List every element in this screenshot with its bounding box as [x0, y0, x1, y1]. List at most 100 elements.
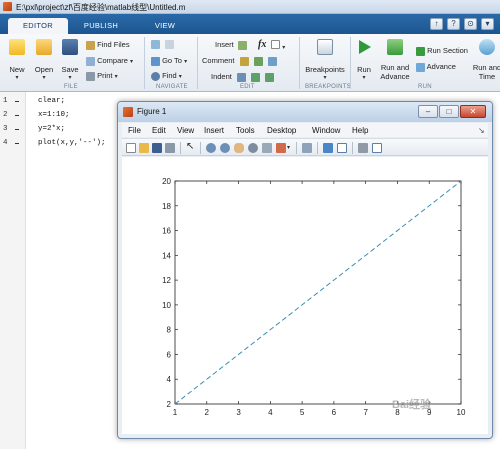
matlab-file-icon — [3, 2, 12, 11]
insert-colorbar-icon[interactable] — [323, 143, 333, 153]
figure-toolbar: ↖ ▾ — [122, 138, 488, 156]
show-plot-tools-icon[interactable] — [372, 143, 382, 153]
dock-arrow-icon[interactable]: ↘ — [478, 126, 485, 135]
insert-function-button[interactable]: fx — [258, 39, 266, 50]
run-and-advance-button[interactable]: Run and Advance — [378, 39, 412, 81]
save-button[interactable]: Save ▾ — [59, 39, 81, 81]
pan-hand-icon[interactable] — [234, 143, 244, 153]
code-line[interactable]: y=2*x; — [38, 125, 65, 133]
find-files-button[interactable]: Find Files — [86, 40, 130, 50]
edit-plot-arrow-icon[interactable]: ↖ — [186, 141, 194, 152]
rotate-3d-icon[interactable] — [248, 143, 258, 153]
group-label-run: RUN — [418, 84, 432, 90]
run-play-icon — [359, 40, 371, 54]
y-tick-label: 12 — [162, 276, 171, 285]
window-title-bar: E:\pxl\project\zf\百度经验\matlab线型\Untitled… — [0, 0, 500, 14]
print-figure-icon[interactable] — [165, 143, 175, 153]
group-label-navigate: NAVIGATE — [156, 84, 188, 90]
menu-view[interactable]: View — [177, 126, 194, 135]
advance-icon — [416, 62, 425, 72]
y-tick-label: 10 — [162, 301, 171, 310]
tab-view[interactable]: VIEW — [136, 18, 194, 34]
toolbar-separator — [352, 142, 353, 154]
code-line[interactable]: plot(x,y,'--'); — [38, 139, 106, 147]
new-button[interactable]: New ▾ — [6, 39, 28, 81]
comment-button[interactable]: Comment — [202, 56, 277, 66]
find-button[interactable]: Find ▾ — [151, 71, 182, 81]
chevron-down-icon: ▾ — [323, 75, 327, 81]
figure-icon — [123, 107, 133, 117]
menu-file[interactable]: File — [128, 126, 141, 135]
chevron-down-icon: ▾ — [68, 75, 72, 81]
y-tick-label: 6 — [167, 350, 172, 359]
close-button[interactable]: ✕ — [460, 105, 486, 118]
open-file-icon[interactable] — [139, 143, 149, 153]
maximize-button[interactable]: □ — [439, 105, 459, 118]
menu-edit[interactable]: Edit — [152, 126, 166, 135]
tab-editor[interactable]: EDITOR — [8, 18, 68, 34]
run-section-button[interactable]: Run Section — [416, 46, 468, 56]
run-and-advance-label-1: Run and — [380, 63, 410, 72]
advance-button[interactable]: Advance — [416, 62, 456, 72]
minimize-button[interactable]: – — [418, 105, 438, 118]
wrap-comments-icon — [267, 56, 277, 66]
x-tick-label: 7 — [363, 408, 368, 417]
toolbar-separator — [317, 142, 318, 154]
open-button[interactable]: Open ▾ — [33, 39, 55, 81]
y-tick-label: 18 — [162, 202, 171, 211]
menu-desktop[interactable]: Desktop — [267, 126, 296, 135]
decrease-indent-icon — [265, 72, 275, 82]
line-number: 2 — [3, 111, 8, 119]
printer-icon — [86, 71, 95, 81]
code-line-marker — [15, 101, 19, 102]
print-button[interactable]: Print ▾ — [86, 71, 118, 81]
menu-window[interactable]: Window — [312, 126, 340, 135]
indent-button[interactable]: Indent — [211, 72, 275, 82]
undock-icon[interactable]: ↑ — [430, 18, 443, 30]
hide-plot-tools-icon[interactable] — [358, 143, 368, 153]
code-line[interactable]: clear; — [38, 97, 65, 105]
run-button[interactable]: Run ▾ — [354, 39, 374, 81]
back-arrow-icon — [151, 40, 160, 49]
link-plot-icon[interactable] — [302, 143, 312, 153]
figure-title-bar[interactable]: Figure 1 – □ ✕ — [118, 102, 492, 122]
zoom-out-icon[interactable] — [220, 143, 230, 153]
x-tick-label: 2 — [205, 408, 210, 417]
data-cursor-icon[interactable] — [262, 143, 272, 153]
function-browser-button[interactable]: ▾ — [271, 40, 285, 51]
ribbon-separator — [144, 37, 145, 89]
compare-button[interactable]: Compare ▾ — [86, 56, 133, 66]
watermark: Bai经验 — [392, 399, 432, 411]
run-section-label: Run Section — [427, 46, 468, 55]
breakpoints-button[interactable]: Breakpoints ▾ — [304, 39, 346, 81]
line-chart[interactable]: 1 2 3 4 5 6 7 8 9 102468101214161820 — [122, 157, 488, 434]
tab-publish[interactable]: PUBLISH — [72, 18, 130, 34]
forward-arrow-icon — [165, 40, 175, 49]
y-tick-label: 16 — [162, 227, 171, 236]
code-line-marker — [15, 143, 19, 144]
run-and-time-button[interactable]: Run and Time — [471, 39, 500, 81]
new-label: New — [9, 65, 25, 74]
zoom-in-icon[interactable] — [206, 143, 216, 153]
back-forward-buttons[interactable] — [151, 40, 175, 51]
search-docs-icon[interactable]: ⊙ — [464, 18, 477, 30]
insert-legend-icon[interactable] — [337, 143, 347, 153]
save-figure-icon[interactable] — [152, 143, 162, 153]
goto-arrow-icon — [151, 56, 160, 66]
y-tick-label: 4 — [167, 375, 172, 384]
x-tick-label: 10 — [457, 408, 466, 417]
chevron-down-icon: ▾ — [362, 75, 366, 81]
menu-help[interactable]: Help — [352, 126, 368, 135]
goto-button[interactable]: Go To ▾ — [151, 56, 187, 66]
menu-tools[interactable]: Tools — [236, 126, 255, 135]
code-line[interactable]: x=1:10; — [38, 111, 70, 119]
x-tick-label: 6 — [332, 408, 337, 417]
new-figure-icon[interactable] — [126, 143, 136, 153]
open-label: Open — [34, 65, 54, 74]
expand-icon[interactable]: ▾ — [481, 18, 494, 30]
help-icon[interactable]: ? — [447, 18, 460, 30]
chevron-down-icon[interactable]: ▾ — [287, 144, 290, 151]
insert-button[interactable]: Insert — [215, 40, 247, 50]
menu-insert[interactable]: Insert — [204, 126, 224, 135]
brush-icon[interactable] — [276, 143, 286, 153]
